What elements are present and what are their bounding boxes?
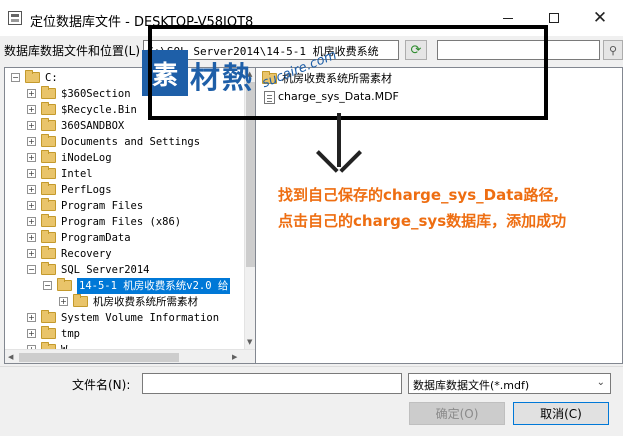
expand-icon[interactable]: +	[27, 89, 36, 98]
folder-icon	[41, 102, 56, 115]
tree-item-label: Documents and Settings	[61, 136, 201, 148]
tree-item-label: tmp	[61, 328, 80, 340]
tree-horizontal-scrollbar[interactable]: ◀ ▶	[5, 349, 255, 363]
scroll-left-icon[interactable]: ◀	[8, 353, 13, 361]
tree-item-label: 360SANDBOX	[61, 120, 125, 132]
filetype-select[interactable]: 数据库数据文件(*.mdf) ⌄	[408, 373, 611, 394]
tree-item-label: Program Files	[61, 200, 144, 212]
expand-icon[interactable]: +	[27, 201, 36, 210]
filename-label: 文件名(N):	[72, 378, 131, 392]
folder-icon	[41, 86, 56, 99]
tree-item-label: $360Section	[61, 88, 131, 100]
folder-icon	[41, 262, 56, 275]
folder-icon	[41, 182, 56, 195]
expand-icon[interactable]: +	[27, 329, 36, 338]
expand-icon[interactable]: +	[27, 233, 36, 242]
filename-input[interactable]	[142, 373, 402, 394]
ok-button[interactable]: 确定(O)	[409, 402, 505, 425]
tree-item-label: $Recycle.Bin	[61, 104, 137, 116]
expand-icon[interactable]: +	[27, 137, 36, 146]
folder-icon	[41, 214, 56, 227]
folder-icon	[41, 326, 56, 339]
tree-item-label: C:	[45, 72, 58, 84]
expand-icon[interactable]: +	[27, 217, 36, 226]
tree-item-label: iNodeLog	[61, 152, 112, 164]
folder-icon	[73, 294, 88, 307]
collapse-icon[interactable]: −	[27, 265, 36, 274]
folder-icon	[41, 230, 56, 243]
tree-item-label: 14-5-1 机房收费系统v2.0 给	[77, 278, 231, 294]
tree-item-label: Recovery	[61, 248, 112, 260]
folder-icon	[41, 118, 56, 131]
expand-icon[interactable]: +	[27, 185, 36, 194]
collapse-icon[interactable]: −	[11, 73, 20, 82]
expand-icon[interactable]: +	[27, 153, 36, 162]
scroll-right-icon[interactable]: ▶	[232, 353, 237, 361]
tree-item-label: System Volume Information	[61, 312, 220, 324]
expand-icon[interactable]: +	[59, 297, 68, 306]
folder-icon	[41, 150, 56, 163]
location-label: 数据库数据文件和位置(L)	[4, 44, 141, 58]
tree-horizontal-thumb[interactable]	[19, 353, 179, 362]
tree-item-label: Intel	[61, 168, 93, 180]
annotation-text: 找到自己保存的charge_sys_Data路径,点击自己的charge_sys…	[278, 186, 567, 230]
expand-icon[interactable]: +	[27, 249, 36, 258]
annotation-highlight-box	[148, 25, 548, 120]
folder-icon	[41, 310, 56, 323]
collapse-icon[interactable]: −	[43, 281, 52, 290]
expand-icon[interactable]: +	[27, 313, 36, 322]
folder-icon	[41, 198, 56, 211]
scroll-down-icon[interactable]: ▼	[247, 338, 252, 346]
app-icon	[8, 11, 22, 25]
folder-icon	[41, 166, 56, 179]
filetype-value: 数据库数据文件(*.mdf)	[413, 379, 530, 392]
folder-icon	[41, 246, 56, 259]
folder-icon	[25, 70, 40, 83]
tree-item-label: ProgramData	[61, 232, 131, 244]
minimize-icon	[503, 17, 513, 19]
maximize-icon	[549, 13, 559, 23]
chevron-down-icon: ⌄	[596, 377, 605, 388]
cancel-button[interactable]: 取消(C)	[513, 402, 609, 425]
expand-icon[interactable]: +	[27, 169, 36, 178]
folder-icon	[57, 278, 72, 291]
tree-item-label: 机房收费系统所需素材	[93, 296, 198, 308]
folder-icon	[41, 134, 56, 147]
divider	[0, 366, 623, 367]
search-icon: ⚲	[608, 43, 618, 57]
search-button[interactable]: ⚲	[603, 40, 623, 60]
tree-item-label: SQL Server2014	[61, 264, 150, 276]
tree-item-label: PerfLogs	[61, 184, 112, 196]
expand-icon[interactable]: +	[27, 105, 36, 114]
tree-item-label: Program Files (x86)	[61, 216, 182, 228]
close-button[interactable]: ✕	[577, 0, 623, 36]
expand-icon[interactable]: +	[27, 121, 36, 130]
annotation-arrow-icon	[337, 113, 341, 167]
